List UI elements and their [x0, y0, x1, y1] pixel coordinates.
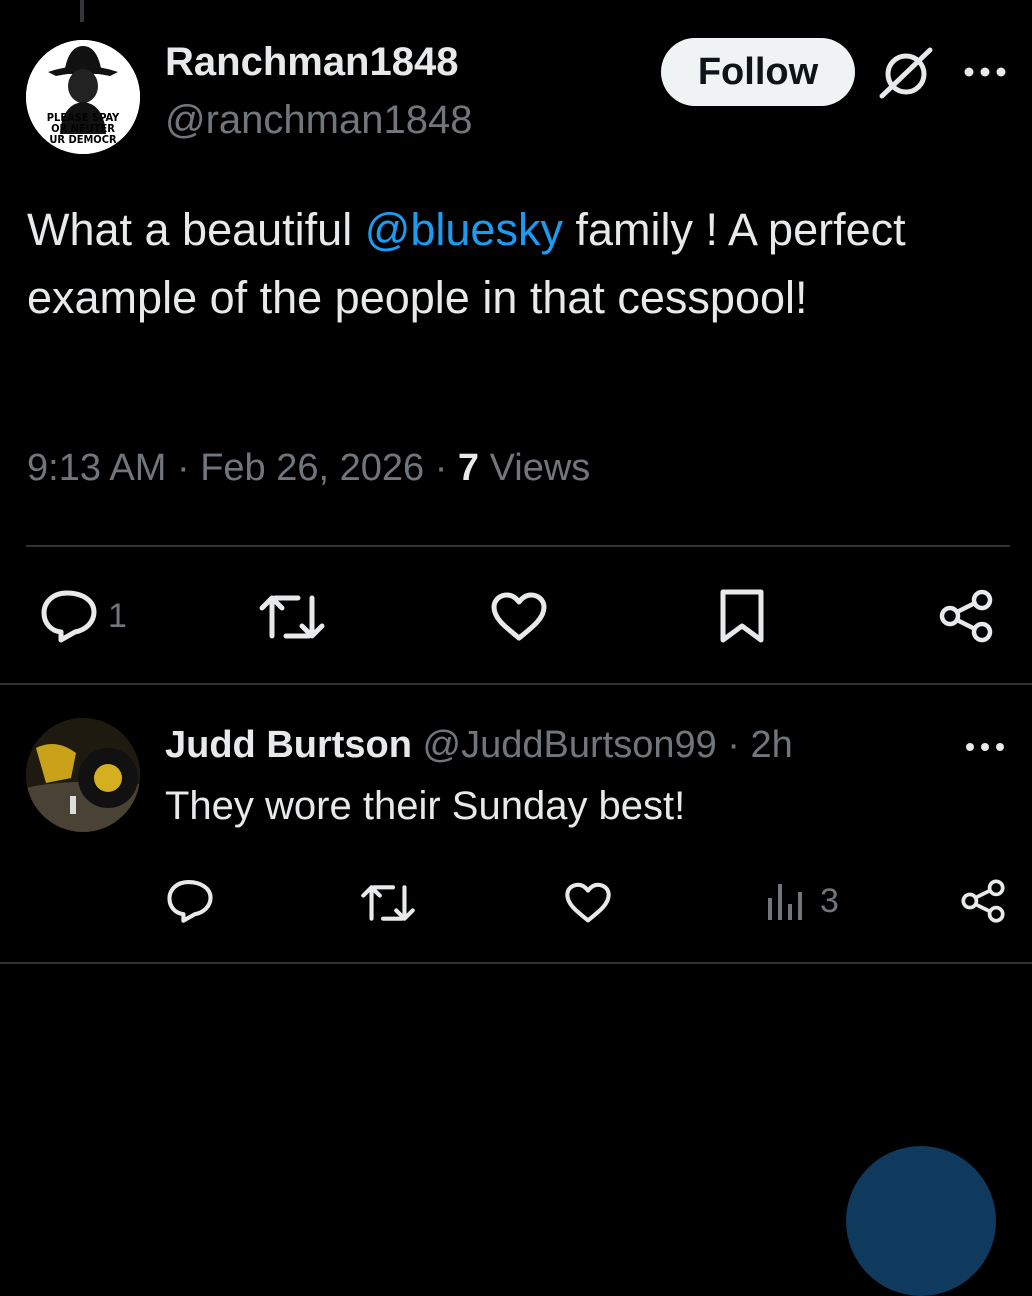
thread-line: [80, 0, 84, 22]
reply-header: Judd Burtson @JuddBurtson99 · 2h: [165, 724, 793, 767]
like-icon: [565, 882, 611, 923]
reply-views-count: 3: [820, 881, 839, 920]
post-text-before: What a beautiful: [27, 204, 365, 255]
reply-icon: [167, 880, 213, 923]
reply-icon: [41, 590, 97, 643]
repost-icon: [259, 595, 325, 639]
reply-share-button[interactable]: [960, 878, 1006, 924]
share-button[interactable]: [938, 588, 994, 644]
author-display-name[interactable]: Ranchman1848: [165, 40, 458, 85]
post-meta: 9:13 AM · Feb 26, 2026 · 7 Views: [27, 447, 590, 490]
reply-count: 1: [108, 596, 127, 635]
repost-button[interactable]: [258, 592, 326, 642]
reply-text: They wore their Sunday best!: [165, 784, 686, 828]
grok-icon[interactable]: [876, 44, 936, 102]
follow-button[interactable]: Follow: [661, 38, 855, 106]
share-icon: [939, 589, 993, 643]
more-icon[interactable]: [964, 736, 1006, 758]
bookmark-button[interactable]: [718, 588, 766, 644]
like-button[interactable]: [490, 592, 548, 642]
reply-handle[interactable]: @JuddBurtson99 · 2h: [412, 724, 793, 766]
author-handle[interactable]: @ranchman1848: [165, 98, 472, 143]
reply-button[interactable]: 1: [40, 588, 127, 644]
reply-avatar[interactable]: [26, 718, 140, 832]
compose-fab-button[interactable]: [846, 1146, 996, 1296]
reply-views-button[interactable]: 3: [766, 880, 839, 922]
reply-repost-button[interactable]: [360, 882, 416, 924]
post-text: What a beautiful @bluesky family ! A per…: [27, 196, 987, 332]
divider: [0, 683, 1032, 685]
reply-reply-button[interactable]: [166, 878, 214, 924]
bookmark-icon: [720, 589, 764, 643]
avatar[interactable]: PLEASE SPAY OR NEUTER UR DEMOCR: [26, 40, 140, 154]
divider: [0, 962, 1032, 964]
reply-avatar-image: [26, 718, 140, 832]
reply-display-name[interactable]: Judd Burtson: [165, 724, 412, 766]
repost-icon: [361, 885, 415, 921]
reply-like-button[interactable]: [564, 882, 612, 924]
like-icon: [491, 592, 547, 641]
post-timestamp[interactable]: 9:13 AM · Feb 26, 2026 ·: [27, 447, 458, 489]
mention-link[interactable]: @bluesky: [365, 204, 563, 255]
more-icon[interactable]: [962, 60, 1008, 84]
views-label[interactable]: Views: [479, 447, 591, 489]
views-icon: [768, 884, 802, 920]
divider: [26, 545, 1010, 547]
avatar-text-3: UR DEMOCR: [49, 133, 117, 146]
share-icon: [961, 879, 1005, 923]
views-count[interactable]: 7: [458, 447, 479, 489]
